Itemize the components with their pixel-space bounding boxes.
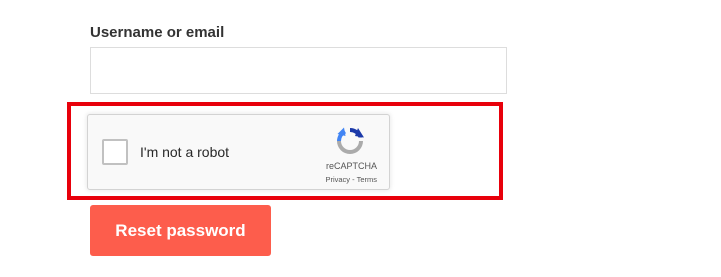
reset-password-button[interactable]: Reset password <box>90 205 271 256</box>
username-label: Username or email <box>90 24 225 41</box>
recaptcha-widget: I'm not a robot reCAPTCHA Privacy - Term… <box>87 114 390 190</box>
recaptcha-checkbox-label: I'm not a robot <box>140 144 230 160</box>
password-reset-form: Username or email I'm not a robot reCAPT… <box>0 0 721 277</box>
recaptcha-logo-icon <box>337 127 364 154</box>
recaptcha-links: Privacy - Terms <box>325 175 377 184</box>
privacy-link[interactable]: Privacy <box>325 175 350 184</box>
recaptcha-brand: reCAPTCHA <box>325 161 377 171</box>
username-input[interactable] <box>90 47 507 94</box>
recaptcha-checkbox[interactable] <box>102 139 128 165</box>
terms-link[interactable]: Terms <box>357 175 377 184</box>
